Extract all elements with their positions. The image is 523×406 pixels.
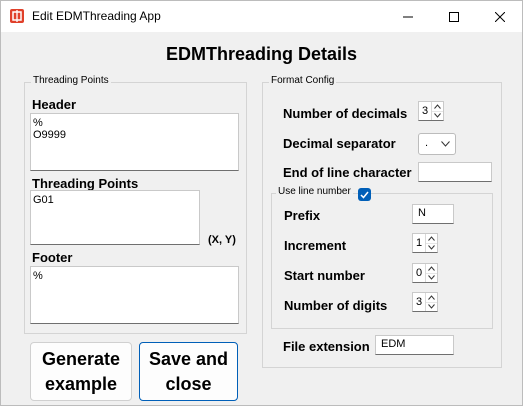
file-extension-label: File extension xyxy=(283,339,370,354)
separator-value: . xyxy=(425,137,429,149)
decimals-stepper-buttons xyxy=(431,102,443,120)
chevron-up-icon xyxy=(428,295,435,300)
format-config-legend: Format Config xyxy=(269,75,337,86)
chevron-up-icon xyxy=(434,104,441,109)
prefix-input[interactable]: N xyxy=(412,204,454,224)
digits-value: 3 xyxy=(416,296,423,308)
increment-decrement-button[interactable] xyxy=(426,243,437,252)
start-number-stepper-buttons xyxy=(425,264,437,282)
separator-label: Decimal separator xyxy=(283,136,396,151)
minimize-icon xyxy=(403,16,413,17)
digits-label: Number of digits xyxy=(284,298,388,313)
eol-input[interactable] xyxy=(418,162,492,182)
title-bar: Edit EDMThreading App xyxy=(1,1,522,32)
digits-stepper-buttons xyxy=(425,293,437,311)
decimals-value: 3 xyxy=(422,105,429,117)
start-number-label: Start number xyxy=(284,268,365,283)
points-format-hint: (X, Y) xyxy=(208,234,236,246)
maximize-icon xyxy=(449,11,459,22)
decimals-stepper[interactable]: 3 xyxy=(418,101,444,121)
start-number-value: 0 xyxy=(416,267,423,279)
header-label: Header xyxy=(32,97,77,112)
eol-label: End of line character xyxy=(283,165,412,180)
close-icon xyxy=(495,11,505,22)
minimize-button[interactable] xyxy=(385,1,431,32)
start-number-stepper[interactable]: 0 xyxy=(412,263,438,283)
chevron-down-icon xyxy=(428,245,435,250)
increment-value: 1 xyxy=(416,237,423,249)
threading-points-label: Threading Points xyxy=(32,176,139,191)
page-title: EDMThreading Details xyxy=(165,44,358,64)
close-button[interactable] xyxy=(477,1,523,32)
decimals-decrement-button[interactable] xyxy=(432,111,443,120)
chevron-down-icon xyxy=(434,113,441,118)
start-number-decrement-button[interactable] xyxy=(426,273,437,282)
checkmark-icon xyxy=(360,191,369,199)
line-number-legend: Use line number xyxy=(276,186,353,197)
chevron-down-icon xyxy=(441,141,450,147)
chevron-down-icon xyxy=(428,275,435,280)
increment-stepper-buttons xyxy=(425,234,437,252)
increment-stepper[interactable]: 1 xyxy=(412,233,438,253)
app-icon xyxy=(10,9,24,23)
chevron-up-icon xyxy=(428,266,435,271)
save-and-close-button[interactable]: Save and close xyxy=(139,342,238,401)
increment-label: Increment xyxy=(284,238,347,253)
header-textarea[interactable]: % O9999 xyxy=(30,113,239,171)
footer-textarea[interactable]: % xyxy=(30,266,239,324)
digits-stepper[interactable]: 3 xyxy=(412,292,438,312)
threading-points-legend: Threading Points xyxy=(31,75,111,86)
digits-decrement-button[interactable] xyxy=(426,302,437,311)
generate-example-button[interactable]: Generate example xyxy=(30,342,132,401)
separator-select[interactable]: . xyxy=(418,133,456,155)
app-window: Edit EDMThreading App EDMThreading Detai… xyxy=(0,0,523,406)
chevron-up-icon xyxy=(428,236,435,241)
decimals-label: Number of decimals xyxy=(283,106,408,121)
prefix-label: Prefix xyxy=(284,208,321,223)
chevron-down-icon xyxy=(428,304,435,309)
footer-label: Footer xyxy=(32,250,73,265)
window-title: Edit EDMThreading App xyxy=(32,9,161,23)
threading-points-textarea[interactable]: G01 xyxy=(30,190,200,245)
maximize-button[interactable] xyxy=(431,1,477,32)
file-extension-input[interactable]: EDM xyxy=(375,335,454,355)
use-line-number-checkbox[interactable] xyxy=(358,188,371,201)
